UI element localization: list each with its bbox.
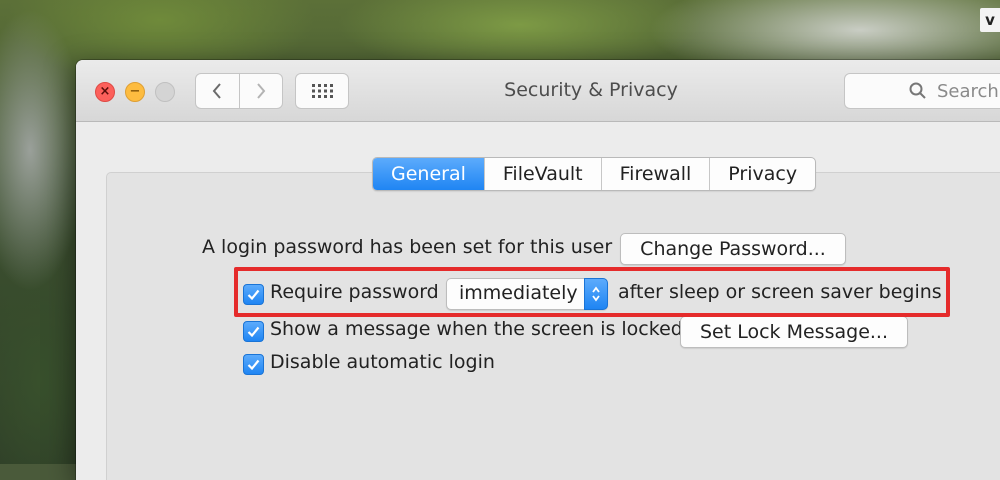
search-placeholder: Search <box>937 81 999 102</box>
highlight-annotation <box>234 267 950 317</box>
preferences-window: × − Security & Privacy Search General Fi… <box>76 60 1000 480</box>
desktop-corner-text: v <box>980 8 1000 32</box>
search-icon <box>909 82 926 99</box>
change-password-button[interactable]: Change Password... <box>620 233 846 265</box>
tab-privacy[interactable]: Privacy <box>709 158 815 190</box>
close-icon: × <box>99 84 111 99</box>
tab-filevault[interactable]: FileVault <box>483 158 601 190</box>
disable-auto-login-checkbox[interactable] <box>243 354 264 375</box>
minimize-icon: − <box>129 84 141 99</box>
titlebar: × − Security & Privacy Search <box>76 60 1000 122</box>
set-lock-message-button[interactable]: Set Lock Message... <box>680 316 908 348</box>
nav-group <box>195 73 283 109</box>
checkmark-icon <box>247 326 260 337</box>
login-password-text: A login password has been set for this u… <box>202 236 613 258</box>
chevron-left-icon <box>212 83 222 99</box>
tab-firewall[interactable]: Firewall <box>600 158 710 190</box>
tab-general[interactable]: General <box>373 158 484 190</box>
disable-auto-login-label: Disable automatic login <box>270 351 495 373</box>
minimize-button[interactable]: − <box>125 82 145 102</box>
chevron-right-icon <box>256 83 266 99</box>
checkmark-icon <box>247 359 260 370</box>
tab-bar: General FileVault Firewall Privacy <box>372 157 817 191</box>
show-message-label: Show a message when the screen is locked <box>270 318 683 340</box>
grid-icon <box>312 84 333 98</box>
zoom-button[interactable] <box>155 82 175 102</box>
back-button[interactable] <box>196 74 239 108</box>
show-all-button[interactable] <box>295 73 349 109</box>
window-title: Security & Privacy <box>504 79 678 101</box>
show-message-checkbox[interactable] <box>243 321 264 342</box>
forward-button[interactable] <box>238 74 283 108</box>
close-button[interactable]: × <box>95 82 115 102</box>
search-field[interactable]: Search <box>844 73 1000 109</box>
